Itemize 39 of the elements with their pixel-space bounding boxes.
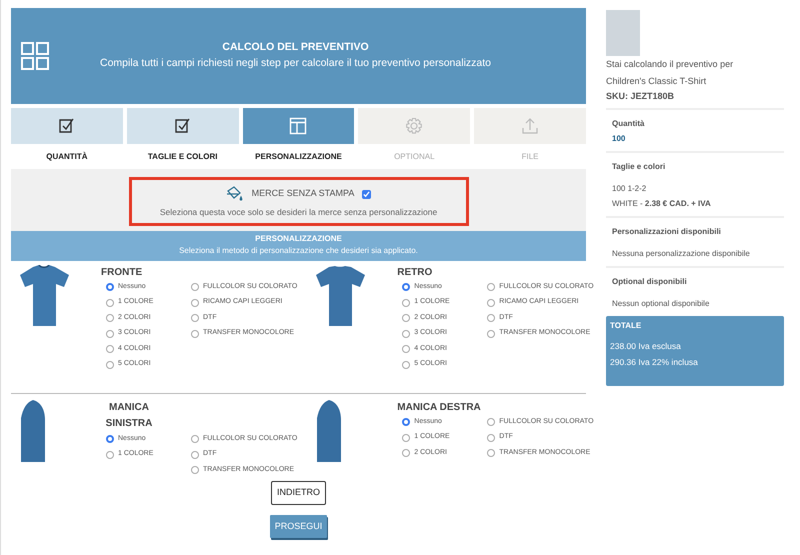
- option-hint: Seleziona questa voce solo se desideri la merce senza personalizzazione: [160, 206, 438, 219]
- sleeve-drawing: [19, 400, 47, 462]
- section-value: Nessuna personalizzazione disponibile: [612, 248, 751, 260]
- section-value: 100: [612, 132, 626, 145]
- product-name: Children's Classic T-Shirt: [606, 75, 708, 88]
- paint-bucket-icon: [226, 185, 244, 203]
- placement-title: MANICA SINISTRA: [104, 400, 154, 431]
- total-title: TOTALE: [610, 320, 642, 332]
- photo-placeholder: [606, 10, 640, 56]
- t-shirt-drawing: [19, 264, 69, 327]
- total-amount: 290.36 Iva 22% inclusa: [610, 356, 699, 369]
- section-title: PERSONALIZZAZIONE: [254, 232, 343, 245]
- section-value: WHITE - 2.38 € CAD. + IVA: [612, 198, 712, 210]
- section-label: Quantità: [612, 118, 646, 130]
- page-subtitle: Compila tutti i campi richiesti negli step per calcolare il tuo preventivo personalizzato: [98, 56, 492, 71]
- section-label: Optional disponibili: [612, 276, 688, 288]
- checkbox[interactable]: [362, 190, 372, 198]
- page-title: CALCOLO DEL PREVENTIVO: [221, 40, 370, 56]
- gear-icon: [405, 117, 424, 135]
- section-value: Nessun optional disponibile: [612, 298, 710, 310]
- product-sku: SKU: JEZT180B: [606, 90, 676, 104]
- total-amount: 238.00 Iva esclusa: [610, 340, 682, 353]
- placement-title: FRONTE: [101, 266, 144, 280]
- grid-icon: [21, 42, 49, 70]
- section-subtitle: Seleziona il metodo di personalizzazione che desideri sia applicato.: [178, 244, 419, 257]
- check-box-icon: [174, 117, 192, 135]
- section-label: Personalizzazioni disponibili: [612, 226, 722, 238]
- upload-icon: [521, 117, 540, 135]
- intro-text: Stai calcolando il preventivo per: [606, 58, 734, 71]
- section-value: 100 1-2-2: [612, 182, 648, 195]
- placement-title: MANICA DESTRA: [397, 400, 482, 415]
- back-button[interactable]: INDIETRO: [270, 481, 326, 505]
- option-label: MERCE SENZA STAMPA: [252, 187, 354, 200]
- placement-title: RETRO: [397, 266, 434, 280]
- sleeve-drawing: [315, 400, 344, 462]
- t-shirt-drawing: [315, 264, 366, 327]
- section-label: Taglie e colori: [612, 160, 666, 173]
- layout-icon: [289, 117, 308, 135]
- check-box-icon: [58, 117, 76, 135]
